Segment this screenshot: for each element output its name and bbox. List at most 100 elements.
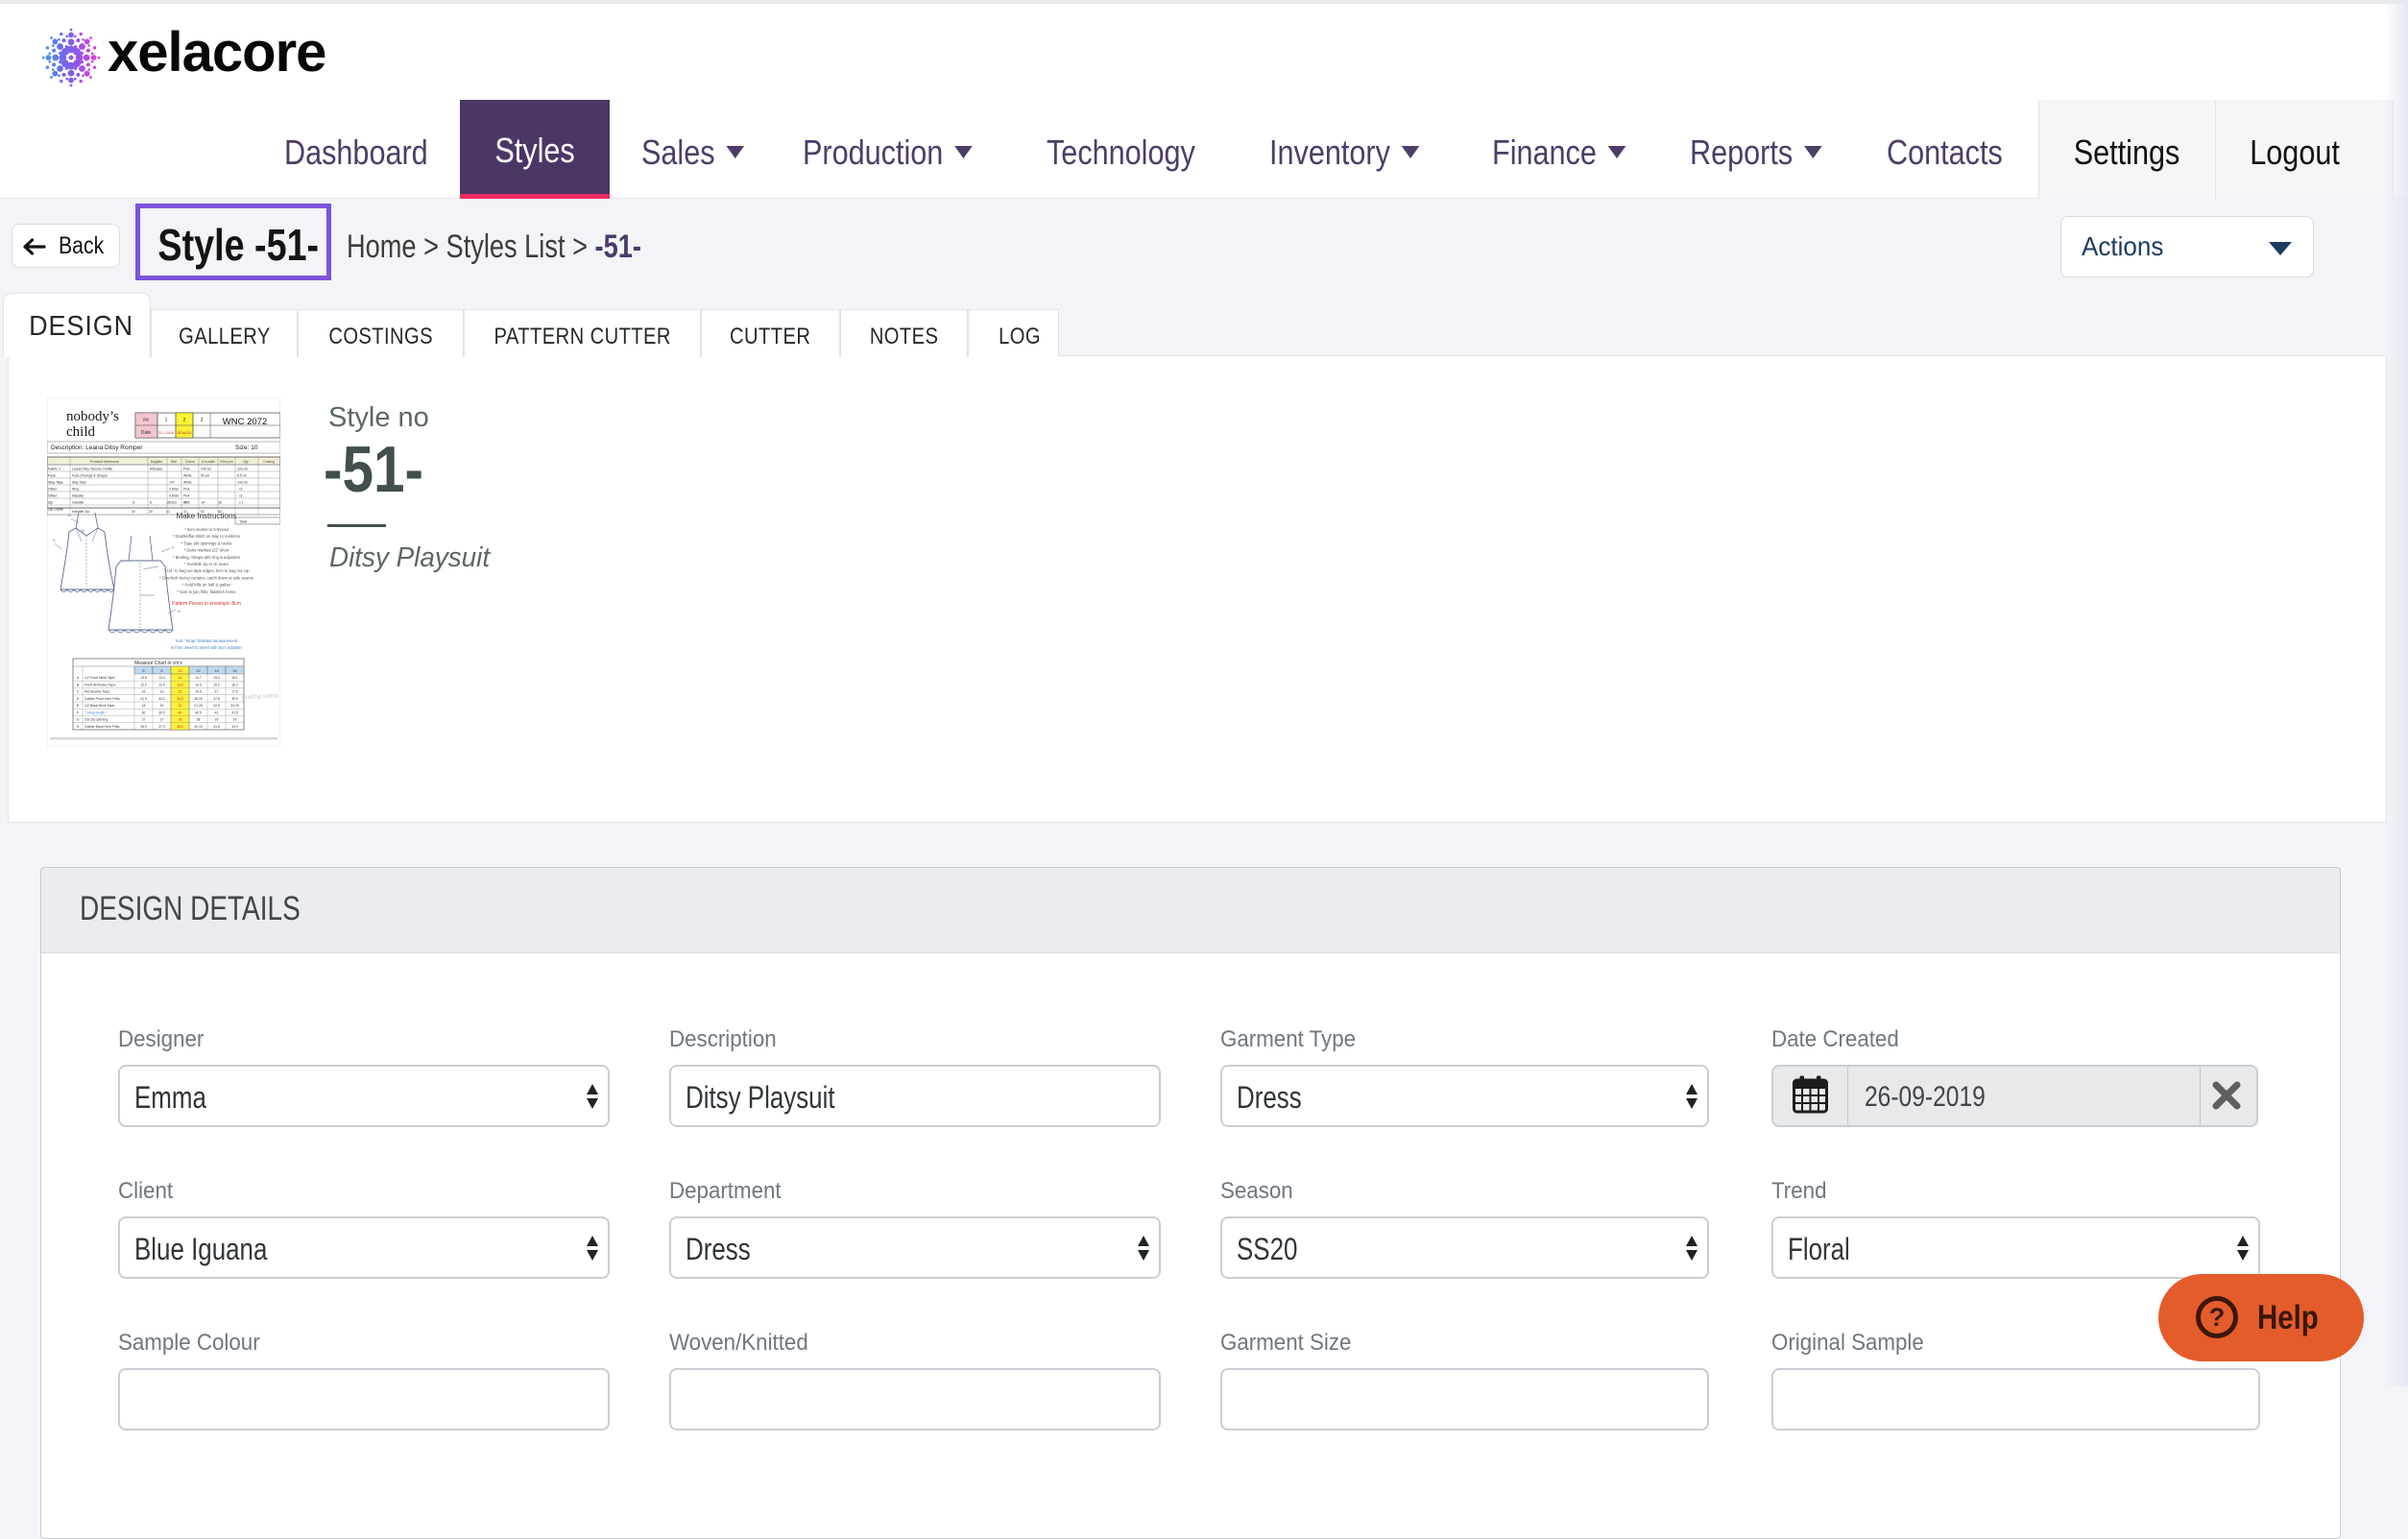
svg-text:149 cm: 149 cm	[237, 481, 248, 485]
svg-text:* Invisible zip in cb seam: * Invisible zip in cb seam	[184, 562, 229, 566]
svg-text:15.4: 15.4	[213, 676, 220, 680]
svg-text:* Strap length *: * Strap length *	[84, 710, 108, 714]
svg-text:Fabric 1: Fabric 1	[48, 468, 60, 471]
svg-text:Date: Date	[141, 430, 152, 436]
svg-text:Zip: Zip	[48, 501, 53, 505]
svg-text:19: 19	[160, 704, 164, 708]
svg-text:18: 18	[142, 704, 146, 708]
svg-text:14: 14	[214, 668, 219, 673]
svg-text:Other: Other	[48, 488, 58, 492]
svg-text:37.3: 37.3	[158, 725, 165, 729]
svg-text:Supplier: Supplier	[151, 460, 163, 464]
svg-text:Costing: Costing	[263, 460, 275, 464]
svg-text:103 cm: 103 cm	[237, 468, 248, 471]
svg-text:30: 30	[149, 510, 153, 514]
svg-text:37.8: 37.8	[213, 697, 220, 701]
svg-text:Gather Front Hem Frills:: Gather Front Hem Frills:	[84, 697, 121, 701]
svg-text:43.9: 43.9	[231, 725, 238, 729]
svg-text:x 1: x 1	[239, 501, 244, 505]
svg-text:31.9: 31.9	[140, 697, 147, 701]
svg-text:31.1.2019: 31.1.2019	[158, 431, 174, 435]
svg-text:30: 30	[142, 710, 146, 714]
svg-text:B: B	[77, 683, 80, 686]
svg-text:Ring: Ring	[72, 488, 79, 492]
svg-text:H: H	[178, 609, 181, 613]
svg-text:0.8mm: 0.8mm	[169, 494, 180, 498]
svg-text:Fuse (Facings & Straps): Fuse (Facings & Straps)	[72, 474, 108, 478]
svg-text:Make Instructions: Make Instructions	[177, 512, 237, 520]
svg-text:41.8: 41.8	[213, 725, 220, 729]
svg-text:A: A	[68, 513, 71, 517]
svg-text:50 cm: 50 cm	[201, 474, 209, 478]
svg-text:Size: Size	[171, 460, 178, 464]
svg-text:13.4: 13.4	[158, 676, 165, 680]
svg-text:Gather Back Hem Frills:: Gather Back Hem Frills:	[84, 725, 120, 729]
svg-text:* Double/flat stitch on stay t: * Double/flat stitch on stay to reinforc…	[173, 534, 241, 539]
svg-text:* Overlock facing curtains, ca: * Overlock facing curtains, catch down a…	[159, 575, 253, 580]
svg-text:C: C	[53, 538, 56, 542]
svg-text:Pkt Mouths Tape:: Pkt Mouths Tape:	[84, 690, 110, 694]
svg-text:16.2: 16.2	[231, 683, 238, 686]
svg-text:nobody’s: nobody’s	[66, 409, 119, 424]
svg-text:* Hold frills on half & gather: * Hold frills on half & gather	[182, 583, 231, 588]
svg-text:White: White	[183, 474, 192, 478]
svg-text:28: 28	[197, 718, 201, 722]
svg-text:child: child	[66, 424, 95, 440]
svg-text:12: 12	[196, 668, 201, 673]
svg-text:Description: Leana Ditsy Romp: Description: Leana Ditsy Romper	[51, 445, 143, 451]
svg-text:12.2: 12.2	[140, 683, 147, 686]
svg-text:A: A	[77, 676, 80, 680]
svg-text:15.2: 15.2	[213, 683, 220, 686]
svg-text:E: E	[77, 704, 80, 708]
svg-text:H: H	[77, 725, 80, 729]
svg-text:Price p/m: Price p/m	[220, 460, 233, 464]
svg-text:34.5: 34.5	[177, 697, 183, 701]
svg-text:1/2 Front Neck Tape:: 1/2 Front Neck Tape:	[84, 676, 115, 680]
svg-text:Product reference: Product reference	[90, 460, 119, 464]
svg-text:Front Armholes Tape:: Front Armholes Tape:	[84, 683, 116, 686]
svg-text:Fit: Fit	[143, 418, 149, 423]
svg-text:* Binding, Straps with ring &: * Binding, Straps with ring & adjusters	[173, 555, 240, 560]
svg-text:Pattern Pieces in envelope: 8c: Pattern Pieces in envelope: 8cm	[172, 601, 241, 607]
svg-text:0.8mm: 0.8mm	[169, 488, 180, 492]
svg-text:17.5: 17.5	[231, 690, 238, 694]
svg-text:16: 16	[218, 501, 222, 505]
svg-text:Size: 10: Size: 10	[235, 445, 258, 451]
svg-text:22.5: 22.5	[213, 704, 220, 708]
svg-text:16: 16	[142, 690, 146, 694]
svg-text:27: 27	[160, 718, 164, 722]
svg-text:12: 12	[183, 501, 187, 505]
svg-text:B: B	[82, 528, 84, 533]
svg-text:14.3: 14.3	[195, 683, 202, 686]
svg-text:36.15: 36.15	[194, 697, 203, 701]
svg-text:24.25: 24.25	[230, 704, 239, 708]
svg-text:?: ?	[2209, 1303, 2226, 1332]
svg-text:35.9: 35.9	[140, 725, 147, 729]
svg-text:39.9: 39.9	[231, 697, 238, 701]
svg-text:Altbaslar: Altbaslar	[150, 468, 163, 471]
svg-text:13.8: 13.8	[140, 676, 147, 680]
svg-text:Fuse: Fuse	[48, 474, 56, 478]
svg-text:D: D	[77, 697, 80, 701]
svg-text:29: 29	[215, 718, 219, 722]
svg-text:Leana Ditsy Viscose Crinkle: Leana Ditsy Viscose Crinkle	[72, 468, 112, 471]
svg-text:is from insert to insert with: is from insert to insert with 5cm adjust…	[171, 645, 242, 650]
svg-text:8: 8	[150, 501, 152, 505]
svg-text:WNC 2072: WNC 2072	[223, 417, 267, 427]
svg-text:Other: Other	[48, 494, 58, 498]
svg-text:41.5: 41.5	[231, 710, 238, 714]
svg-text:40.15: 40.15	[194, 725, 203, 729]
svg-text:40.5: 40.5	[195, 710, 202, 714]
svg-text:16.5: 16.5	[195, 690, 202, 694]
svg-text:Colour: Colour	[185, 460, 196, 464]
svg-text:Invisible Zip: Invisible Zip	[72, 510, 89, 514]
svg-text:27: 27	[142, 718, 146, 722]
svg-text:Pink: Pink	[183, 488, 190, 492]
svg-text:8.5 cm: 8.5 cm	[237, 474, 247, 478]
svg-text:10: 10	[166, 501, 170, 505]
svg-text:C: C	[77, 690, 80, 694]
svg-text:30.5: 30.5	[158, 710, 165, 714]
svg-text:6: 6	[132, 501, 134, 505]
svg-text:SEALED: SEALED	[178, 431, 192, 435]
svg-text:28: 28	[179, 718, 182, 722]
